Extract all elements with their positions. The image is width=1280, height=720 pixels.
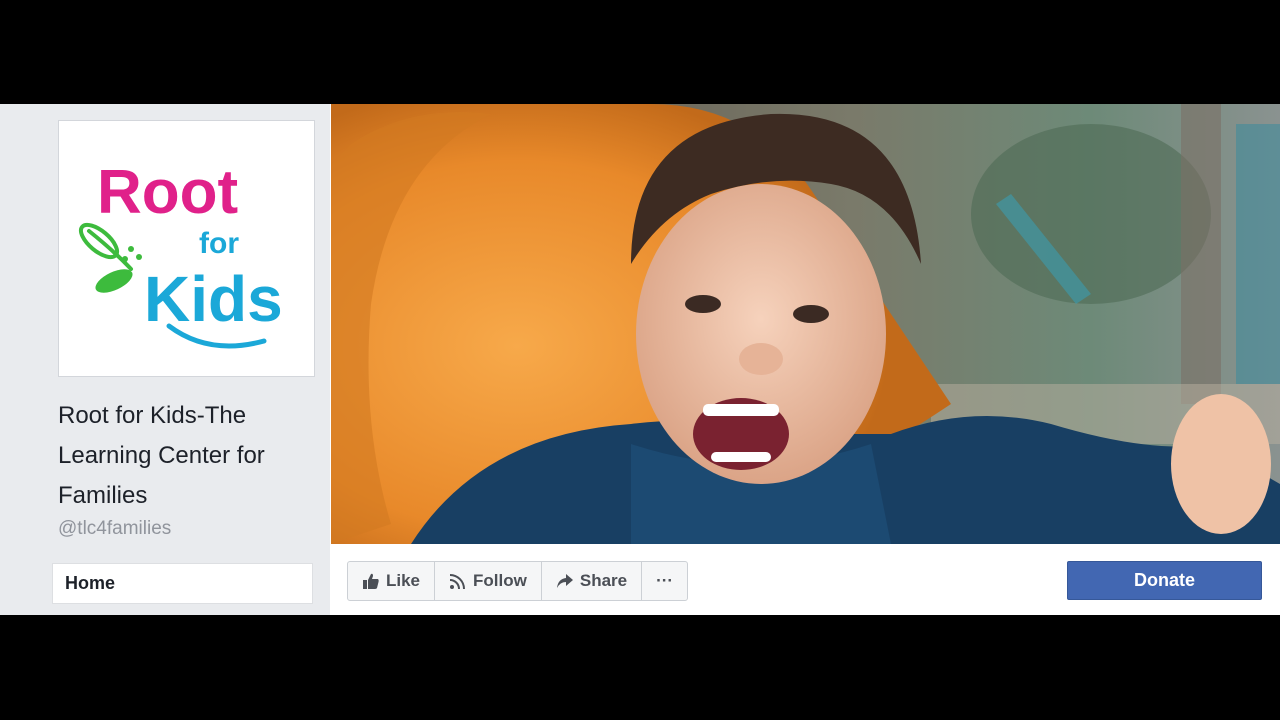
cover-photo-image [331, 104, 1280, 544]
rss-icon [449, 574, 466, 590]
left-sidebar: Root for Kids Root for Kids-The Learning… [0, 104, 330, 615]
sidebar-item-home[interactable]: Home [52, 563, 313, 604]
page-title-line-2: Learning Center for [58, 442, 265, 469]
follow-button[interactable]: Follow [435, 562, 542, 600]
page-username[interactable]: @tlc4families [58, 518, 171, 540]
logo-for-text: for [199, 227, 239, 260]
thumbs-up-icon [363, 573, 379, 589]
more-options-button[interactable]: ··· [642, 562, 687, 600]
share-arrow-icon [556, 574, 573, 588]
donate-button[interactable]: Donate [1067, 561, 1262, 600]
profile-picture[interactable]: Root for Kids [58, 120, 315, 377]
facebook-page: Root for Kids Root for Kids-The Learning… [0, 104, 1280, 615]
more-icon: ··· [656, 571, 674, 590]
page-title: Root for Kids-The Learning Center for Fa… [58, 396, 320, 516]
cover-photo[interactable] [331, 104, 1280, 544]
share-button[interactable]: Share [542, 562, 643, 600]
share-label: Share [579, 571, 628, 590]
page-action-bar: Like Follow Share ··· [347, 561, 689, 601]
page-title-line-3: Families [58, 482, 148, 509]
follow-label: Follow [473, 571, 527, 590]
page-title-line-1: Root for Kids-The [58, 402, 247, 429]
like-button[interactable]: Like [348, 562, 436, 600]
logo-kids-text: Kids [144, 263, 283, 335]
logo-root-text: Root [97, 158, 238, 227]
root-for-kids-logo: Root for Kids [78, 158, 283, 349]
like-label: Like [386, 571, 421, 590]
